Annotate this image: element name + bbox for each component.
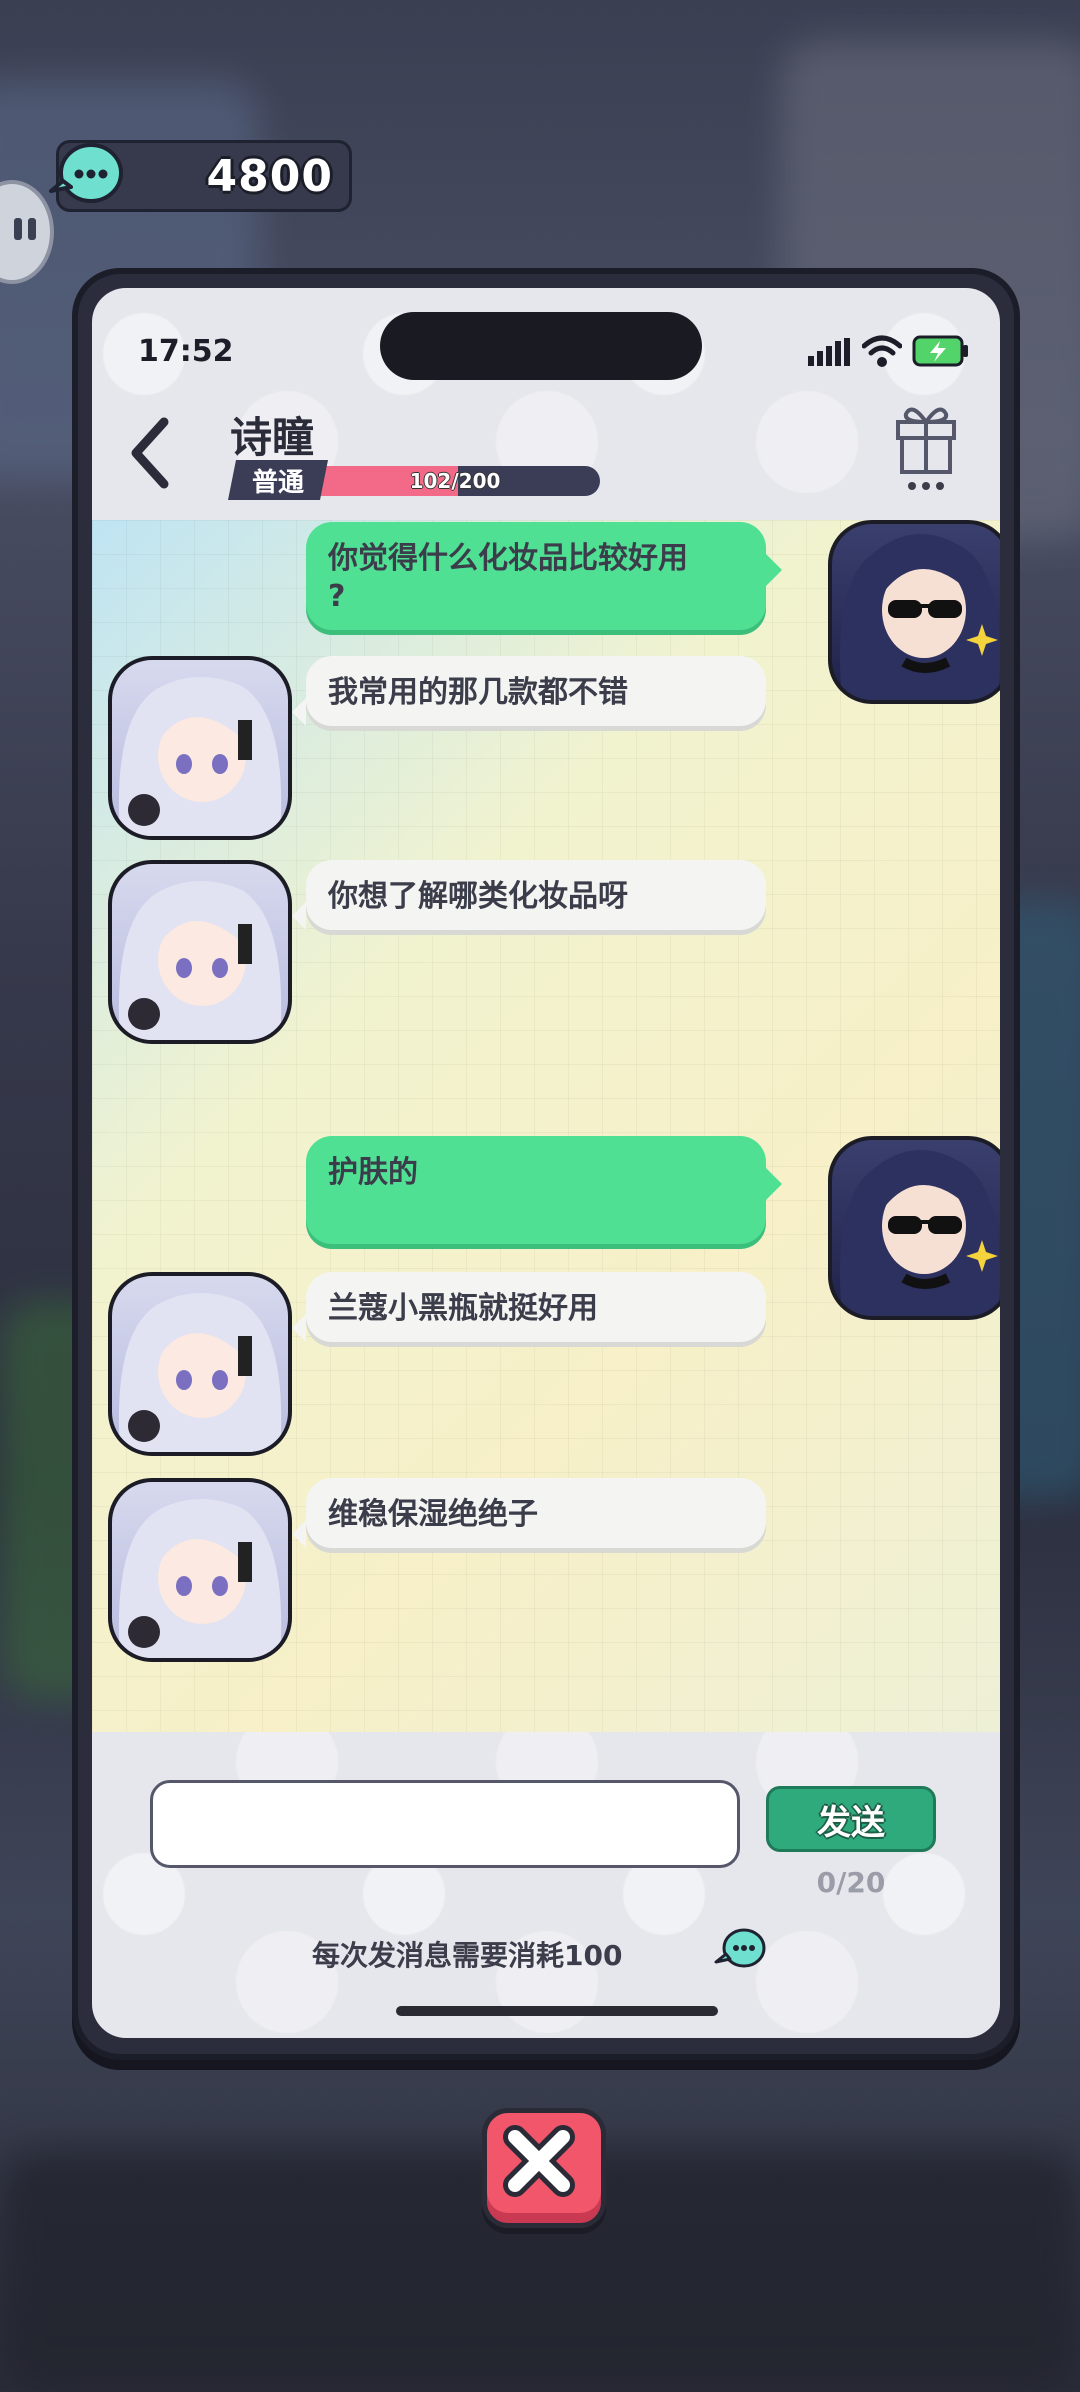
message-text: 维稳保湿绝绝子 — [328, 1497, 538, 1532]
my-message-bubble: 护肤的 — [306, 1136, 782, 1244]
gift-icon[interactable] — [890, 392, 962, 492]
chat-bubble-coin-icon — [49, 143, 123, 203]
contact-message-bubble: 维稳保湿绝绝子 — [292, 1478, 766, 1548]
message-text: 兰蔻小黑瓶就挺好用 — [328, 1291, 598, 1326]
signal-icon — [808, 338, 850, 366]
close-icon — [503, 2125, 575, 2197]
message-text: 你想了解哪类化妆品呀 — [328, 879, 628, 914]
send-button[interactable]: 发送 — [766, 1786, 936, 1852]
contact-portrait-icon — [118, 1499, 282, 1658]
affection-progress-bar: 102/200 — [310, 466, 600, 496]
contact-message-bubble: 我常用的那几款都不错 — [292, 656, 766, 726]
message-text: 护肤的 — [328, 1155, 418, 1190]
home-indicator — [396, 2006, 718, 2016]
contact-avatar[interactable] — [108, 1478, 292, 1662]
phone-frame: 17:52 诗瞳 普通 102/200 你觉得什么化妆品比较好用 ? 我常用的那… — [72, 268, 1020, 2060]
phone-screen: 17:52 诗瞳 普通 102/200 你觉得什么化妆品比较好用 ? 我常用的那… — [92, 288, 1000, 2038]
relationship-level-badge: 普通 — [228, 460, 328, 500]
chat-message-list[interactable]: 你觉得什么化妆品比较好用 ? 我常用的那几款都不错 你想了解哪类化妆品呀 护肤的… — [92, 520, 1000, 1732]
battery-icon — [912, 335, 968, 367]
contact-message-bubble: 你想了解哪类化妆品呀 — [292, 860, 766, 930]
my-message-bubble: 你觉得什么化妆品比较好用 ? — [306, 522, 782, 630]
affection-progress-text: 102/200 — [409, 469, 501, 493]
contact-avatar[interactable] — [108, 656, 292, 840]
dynamic-island — [380, 312, 702, 380]
currency-counter: 4800 — [49, 140, 352, 212]
contact-portrait-icon — [118, 881, 282, 1040]
player-portrait-icon — [840, 1150, 1000, 1316]
close-button[interactable] — [482, 2108, 606, 2228]
currency-value: 4800 — [206, 151, 333, 202]
contact-avatar[interactable] — [108, 1272, 292, 1456]
contact-message-bubble: 兰蔻小黑瓶就挺好用 — [292, 1272, 766, 1342]
status-time: 17:52 — [138, 334, 234, 369]
wifi-icon — [862, 335, 902, 367]
char-count: 0/20 — [816, 1866, 886, 1899]
message-cost-note: 每次发消息需要消耗100 — [312, 1939, 623, 1972]
contact-portrait-icon — [118, 1293, 282, 1452]
message-text: 你觉得什么化妆品比较好用 ? — [328, 541, 688, 614]
message-input[interactable] — [150, 1780, 740, 1868]
player-avatar[interactable] — [828, 1136, 1000, 1320]
contact-avatar[interactable] — [108, 860, 292, 1044]
contact-name: 诗瞳 — [230, 413, 315, 462]
player-avatar[interactable] — [828, 520, 1000, 704]
contact-portrait-icon — [118, 677, 282, 836]
back-chevron-icon[interactable] — [120, 408, 180, 498]
player-portrait-icon — [840, 534, 1000, 700]
chat-bubble-coin-icon — [714, 1928, 766, 1968]
message-text: 我常用的那几款都不错 — [328, 675, 628, 710]
